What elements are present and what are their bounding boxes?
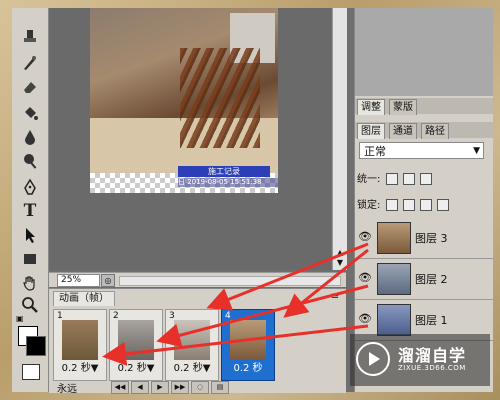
blur-tool-icon[interactable] [19,126,41,148]
eye-icon[interactable]: 👁 [358,271,372,284]
tab-paths[interactable]: 路径 [421,123,449,139]
dodge-tool-icon[interactable] [19,150,41,172]
stamp-datetime: 日 2019-08-05 15:51:38 [178,178,278,187]
hand-tool-icon[interactable] [19,272,41,294]
next-frame-button-icon[interactable]: ▶▶ [171,381,189,394]
unify-style-icon[interactable] [419,173,432,185]
frame-delay[interactable]: 0.2 秒 [222,362,274,376]
stamp-title: 施工记录 [178,166,270,177]
frames-strip: 1 0.2 秒▼ 2 0.2 秒▼ 3 0.2 秒▼ 4 0.2 秒 [53,309,343,381]
loop-select[interactable]: 永远 [57,380,77,395]
layer-row-3[interactable]: 👁 图层 3 [355,218,493,259]
unify-visibility-icon[interactable] [402,173,415,185]
frame-2[interactable]: 2 0.2 秒▼ [109,309,163,381]
zoom-tool-icon[interactable] [19,294,41,316]
tab-masks[interactable]: 蒙版 [389,99,417,115]
loop-controls: 永远 ◀◀ ◀ ▶ ▶▶ ◌ ▤ [53,380,343,395]
paint-bucket-icon[interactable] [19,102,41,124]
rectangle-tool-icon[interactable] [19,248,41,270]
frame-delay[interactable]: 0.2 秒▼ [110,362,162,376]
frame-thumbnail [174,320,210,360]
layer-name: 图层 2 [415,273,448,286]
swap-colors-icon[interactable]: ▣ [16,314,26,324]
frame-thumbnail [118,320,154,360]
blend-mode-value: 正常 [364,145,386,158]
document-canvas-area: 施工记录 日 2019-08-05 15:51:38 [49,8,331,270]
tools-panel: T ▣ [12,8,49,392]
frame-delay[interactable]: 0.2 秒▼ [166,362,218,376]
layers-tabs: 图层 通道 路径 [355,122,493,139]
chevron-down-icon: ▼ [473,146,480,156]
eraser-tool-icon[interactable] [19,76,41,98]
lock-label: 锁定: [357,200,381,211]
frame-delay[interactable]: 0.2 秒▼ [54,362,106,376]
photo-steel-rods [180,48,260,148]
scroll-down-arrow-icon[interactable]: ▼ [335,258,345,268]
lock-pixels-icon[interactable] [402,199,415,211]
status-bar: 25% ◎ [49,272,346,287]
frame-3[interactable]: 3 0.2 秒▼ [165,309,219,381]
tab-animation-frames[interactable]: 动画（帧） [53,291,115,306]
tab-adjustments[interactable]: 调整 [357,99,385,115]
history-brush-icon[interactable] [19,52,41,74]
layer-thumbnail [377,304,411,336]
new-frame-button-icon[interactable]: ▤ [211,381,229,394]
frame-1[interactable]: 1 0.2 秒▼ [53,309,107,381]
unify-position-icon[interactable] [385,173,398,185]
panel-menu-icon[interactable]: ≡ [328,291,342,303]
unify-label: 统一: [357,174,381,185]
layers-list: 👁 图层 3 👁 图层 2 👁 图层 1 [355,218,493,341]
frame-thumbnail [230,320,266,360]
pen-tool-icon[interactable] [19,176,41,198]
first-frame-button-icon[interactable]: ◀◀ [111,381,129,394]
vertical-scrollbar[interactable]: ▲ ▼ [332,8,347,270]
animation-panel: 动画（帧） ≡ 1 0.2 秒▼ 2 0.2 秒▼ 3 0.2 秒▼ 4 0.2… [49,288,346,395]
tab-channels[interactable]: 通道 [389,123,417,139]
prev-frame-button-icon[interactable]: ◀ [131,381,149,394]
eye-icon[interactable]: 👁 [358,312,372,325]
background-color-swatch[interactable] [26,336,46,356]
lock-row: 锁定: [357,196,493,211]
unify-row: 统一: [357,170,493,185]
scroll-up-arrow-icon[interactable]: ▲ [335,248,345,258]
type-tool-icon[interactable]: T [19,200,41,222]
lock-transparency-icon[interactable] [385,199,398,211]
zoom-level[interactable]: 25% [57,274,100,287]
frame-thumbnail [62,320,98,360]
stamp-tool-icon[interactable] [19,26,41,48]
watermark: 溜溜自学 ZIXUE.3D66.COM [350,334,490,386]
blend-mode-select[interactable]: 正常 ▼ [359,142,484,159]
panel-dock-empty-area [355,8,493,96]
watermark-brand: 溜溜自学 [398,346,467,365]
tween-button-icon[interactable]: ◌ [191,381,209,394]
construction-photo: 施工记录 日 2019-08-05 15:51:38 [90,8,278,193]
status-info-icon[interactable]: ◎ [101,274,115,287]
layer-name: 图层 1 [415,314,448,327]
path-select-icon[interactable] [19,224,41,246]
lock-position-icon[interactable] [419,199,432,211]
quick-mask-icon[interactable] [22,364,40,380]
tab-layers[interactable]: 图层 [357,123,385,139]
frame-4[interactable]: 4 0.2 秒 [221,309,275,381]
play-logo-icon [356,342,390,376]
layer-row-2[interactable]: 👁 图层 2 [355,259,493,300]
layer-name: 图层 3 [415,232,448,245]
eye-icon[interactable]: 👁 [358,230,372,243]
lock-all-icon[interactable] [437,199,450,211]
watermark-url: ZIXUE.3D66.COM [398,364,466,372]
layer-thumbnail [377,263,411,295]
horizontal-scrollbar[interactable] [119,276,341,286]
adjustments-tabs: 调整 蒙版 [355,98,493,115]
play-button-icon[interactable]: ▶ [151,381,169,394]
layer-thumbnail [377,222,411,254]
